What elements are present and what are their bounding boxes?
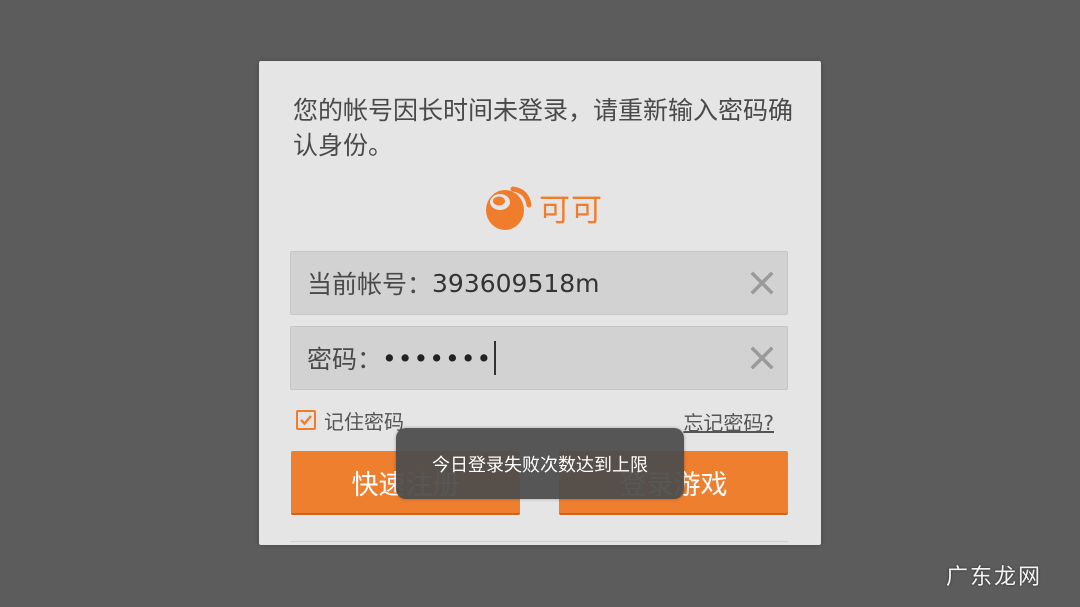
password-field[interactable]: 密码： ••••••• xyxy=(290,326,788,390)
relogin-message: 您的帐号因长时间未登录，请重新输入密码确认身份。 xyxy=(293,96,794,160)
remember-password-label: 记住密码 xyxy=(324,409,404,434)
clear-x-icon[interactable] xyxy=(747,268,777,298)
remember-password-checkbox[interactable] xyxy=(296,410,316,430)
password-label: 密码： xyxy=(307,345,383,374)
password-masked-value: ••••••• xyxy=(382,343,493,373)
keke-logo-icon xyxy=(483,181,533,233)
brand-name: 可可 xyxy=(539,192,603,229)
account-field[interactable]: 当前帐号： 393609518m xyxy=(290,251,788,315)
checkmark-icon xyxy=(300,415,312,426)
forgot-password-link[interactable]: 忘记密码? xyxy=(683,407,774,436)
watermark: 广东龙网 xyxy=(945,565,1042,590)
clear-x-icon[interactable] xyxy=(747,343,777,373)
text-cursor xyxy=(494,341,497,375)
remember-password-option[interactable]: 记住密码 xyxy=(296,408,404,434)
toast-message: 今日登录失败次数达到上限 xyxy=(396,428,684,499)
account-value: 393609518m xyxy=(432,268,600,298)
brand-logo: 可可 xyxy=(483,179,603,235)
account-label: 当前帐号： xyxy=(307,270,433,299)
divider xyxy=(290,541,788,545)
